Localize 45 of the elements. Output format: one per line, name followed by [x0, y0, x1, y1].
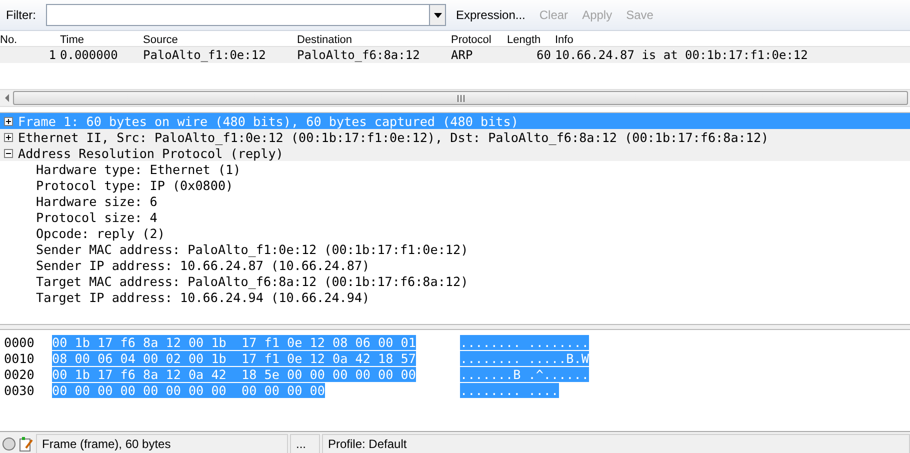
scrollbar-thumb[interactable]: [13, 91, 908, 105]
table-cell-text: ARP: [451, 48, 474, 62]
table-cell-text: PaloAlto_f6:8a:12: [297, 48, 421, 62]
hex-offset: 0020: [3, 366, 36, 382]
hex-offset: 0010: [3, 350, 36, 366]
profile-label[interactable]: Profile: Default: [322, 434, 910, 453]
hex-bytes: 00 1b 17 f6 8a 12 00 1b 17 f1 0e 12 08 06 00 01: [52, 334, 416, 350]
expand-icon[interactable]: [4, 116, 13, 126]
ascii-text: ........ ....: [460, 382, 559, 398]
hex-bytes: 00 1b 17 f6 8a 12 0a 42 18 5e 00 00 00 00 00 00: [52, 366, 416, 382]
grip-icon: [456, 94, 464, 102]
hex-offset: 0000: [3, 334, 36, 350]
table-cell-text: 60: [536, 48, 552, 62]
packet-count: ...: [290, 434, 320, 453]
table-cell-text: 1: [48, 48, 57, 62]
column-header[interactable]: Info: [555, 34, 910, 46]
tree-item[interactable]: Ethernet II, Src: PaloAlto_f1:0e:12 (00:1b:17:f1:0e:12), Dst: PaloAlto_f6:8a:12 (00:1b:17:f6:8a:12): [0, 129, 910, 145]
tree-item[interactable]: Address Resolution Protocol (reply): [0, 145, 910, 161]
table-cell-text: 10.66.24.87 is at 00:1b:17:f1:0e:12: [555, 48, 809, 62]
ascii-text: .......B .^......: [460, 366, 589, 382]
field-info: Frame (frame), 60 bytes: [36, 434, 288, 453]
filter-label: Filter:: [6, 8, 36, 22]
hex-offset: 0030: [3, 382, 36, 398]
column-header[interactable]: Destination: [297, 34, 451, 46]
column-header[interactable]: Time: [60, 34, 143, 46]
column-header[interactable]: Protocol: [451, 34, 507, 46]
edit-note-icon[interactable]: [18, 436, 34, 452]
column-header[interactable]: No.: [0, 34, 60, 46]
toolbar-button[interactable]: Expression...: [452, 8, 530, 22]
table-cell-text: PaloAlto_f1:0e:12: [143, 48, 267, 62]
scroll-left-icon[interactable]: [3, 94, 11, 102]
filter-field[interactable]: [46, 4, 446, 26]
horizontal-scrollbar[interactable]: [0, 89, 910, 107]
packet-row[interactable]: 1 0.000000 PaloAlto_f1:0e:12 PaloAlto_f6:8a:12 ARP 60 10.66.24.87 is at 00:1b:17:f1:0e:12: [0, 47, 910, 63]
collapse-icon[interactable]: [4, 148, 13, 158]
ascii-text: ........ .....B.W: [460, 350, 589, 366]
hex-bytes: 00 00 00 00 00 00 00 00 00 00 00 00: [52, 382, 325, 398]
table-cell-text: 0.000000: [60, 48, 119, 62]
status-circle-icon[interactable]: [2, 436, 16, 450]
expand-icon[interactable]: [4, 132, 13, 142]
column-header[interactable]: Source: [143, 34, 297, 46]
hex-bytes: 08 00 06 04 00 02 00 1b 17 f1 0e 12 0a 42 18 57: [52, 350, 416, 366]
dropdown-icon[interactable]: [434, 12, 442, 18]
ascii-text: ........ ........: [460, 334, 589, 350]
column-header[interactable]: Length: [507, 34, 555, 46]
